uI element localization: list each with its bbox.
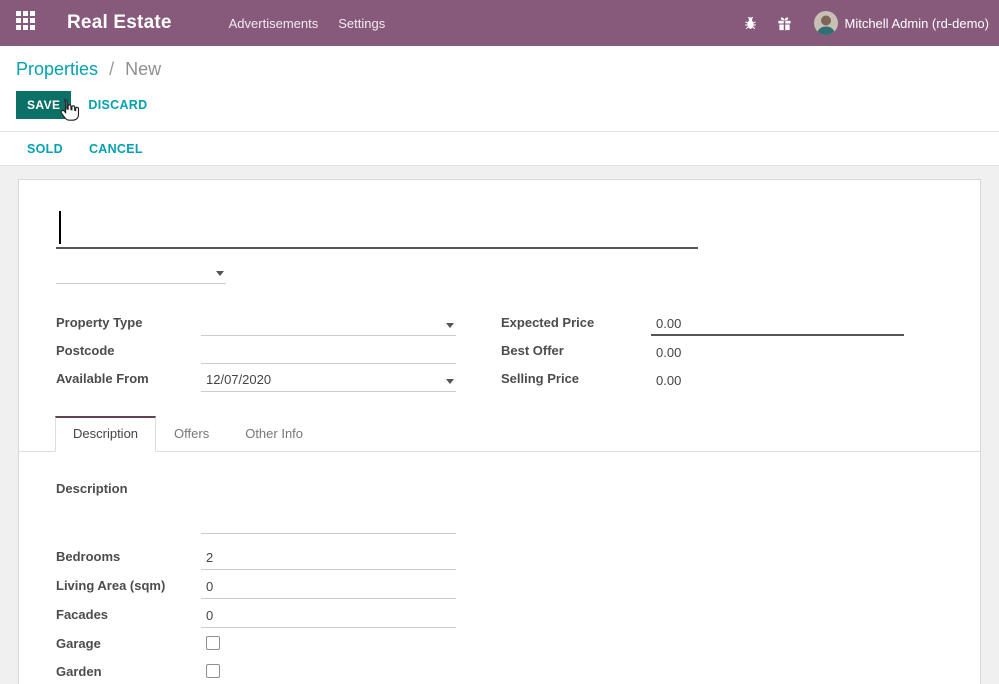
property-type-row: Property Type [56, 308, 456, 336]
breadcrumb: Properties / New [16, 59, 999, 80]
menu-settings[interactable]: Settings [328, 16, 395, 31]
tab-other-info[interactable]: Other Info [227, 416, 321, 452]
text-cursor [59, 211, 61, 244]
breadcrumb-properties[interactable]: Properties [16, 59, 98, 79]
user-avatar[interactable] [814, 11, 838, 35]
breadcrumb-separator: / [109, 59, 114, 79]
available-from-row: Available From 12/07/2020 [56, 364, 456, 392]
tags-input[interactable] [56, 262, 226, 284]
bedrooms-value: 2 [206, 550, 213, 565]
chevron-down-icon [446, 323, 454, 328]
garage-label: Garage [56, 636, 201, 651]
chevron-down-icon [216, 271, 224, 276]
field-grid: Property Type Postcode Available From [56, 308, 943, 392]
bedrooms-row: Bedrooms 2 [56, 541, 943, 570]
save-button[interactable]: SAVE [16, 91, 71, 119]
top-navbar: Real Estate Advertisements Settings [0, 0, 999, 46]
description-input[interactable] [201, 518, 456, 534]
best-offer-label: Best Offer [501, 343, 651, 364]
bedrooms-label: Bedrooms [56, 549, 201, 570]
property-type-label: Property Type [56, 315, 201, 336]
menu-advertisements[interactable]: Advertisements [219, 16, 329, 31]
control-panel: Properties / New SAVE DISCARD [0, 46, 999, 132]
left-column: Property Type Postcode Available From [56, 308, 456, 392]
facades-input[interactable]: 0 [201, 599, 456, 628]
description-label: Description [56, 481, 943, 496]
best-offer-value: 0.00 [651, 336, 904, 364]
facades-value: 0 [206, 608, 213, 623]
garden-checkbox[interactable] [206, 664, 220, 678]
form-statusbar: SOLD CANCEL [0, 132, 999, 166]
living-area-label: Living Area (sqm) [56, 578, 201, 599]
expected-price-value: 0.00 [656, 316, 681, 331]
living-area-value: 0 [206, 579, 213, 594]
postcode-input[interactable] [201, 336, 456, 364]
debug-bug-icon[interactable] [734, 0, 768, 46]
garage-checkbox[interactable] [206, 636, 220, 650]
description-tab-content: Description Bedrooms 2 Living Area (sqm)… [56, 452, 943, 684]
postcode-row: Postcode [56, 336, 456, 364]
expected-price-input[interactable]: 0.00 [651, 308, 904, 336]
postcode-label: Postcode [56, 343, 201, 364]
chevron-down-icon [446, 379, 454, 384]
garden-row: Garden [56, 658, 943, 684]
facades-label: Facades [56, 607, 201, 628]
facades-row: Facades 0 [56, 599, 943, 628]
expected-price-row: Expected Price 0.00 [501, 308, 904, 336]
available-from-date-input[interactable]: 12/07/2020 [201, 364, 456, 392]
available-from-label: Available From [56, 371, 201, 392]
garden-label: Garden [56, 664, 201, 679]
sold-button[interactable]: SOLD [27, 142, 63, 156]
notebook-tabs: Description Offers Other Info [19, 416, 980, 452]
apps-menu-button[interactable] [0, 0, 50, 46]
app-name[interactable]: Real Estate [67, 12, 172, 34]
gift-icon[interactable] [768, 0, 802, 46]
selling-price-label: Selling Price [501, 371, 651, 392]
property-name-input[interactable] [56, 205, 698, 249]
selling-price-value: 0.00 [651, 364, 904, 392]
garage-row: Garage [56, 630, 943, 656]
breadcrumb-current: New [125, 59, 161, 79]
discard-button[interactable]: DISCARD [88, 98, 147, 112]
selling-price-row: Selling Price 0.00 [501, 364, 904, 392]
bedrooms-input[interactable]: 2 [201, 541, 456, 570]
right-column: Expected Price 0.00 Best Offer 0.00 Sell… [501, 308, 904, 392]
property-type-select[interactable] [201, 308, 456, 336]
available-from-value: 12/07/2020 [206, 372, 271, 387]
expected-price-label: Expected Price [501, 315, 651, 336]
tab-description[interactable]: Description [55, 416, 156, 452]
user-menu[interactable]: Mitchell Admin (rd-demo) [845, 16, 990, 31]
living-area-input[interactable]: 0 [201, 570, 456, 599]
cancel-button[interactable]: CANCEL [89, 142, 143, 156]
tab-offers[interactable]: Offers [156, 416, 227, 452]
form-view: Property Type Postcode Available From [0, 166, 999, 684]
apps-grid-icon [16, 11, 35, 35]
form-actions: SAVE DISCARD [16, 92, 999, 118]
form-sheet: Property Type Postcode Available From [18, 179, 981, 684]
living-area-row: Living Area (sqm) 0 [56, 570, 943, 599]
best-offer-row: Best Offer 0.00 [501, 336, 904, 364]
